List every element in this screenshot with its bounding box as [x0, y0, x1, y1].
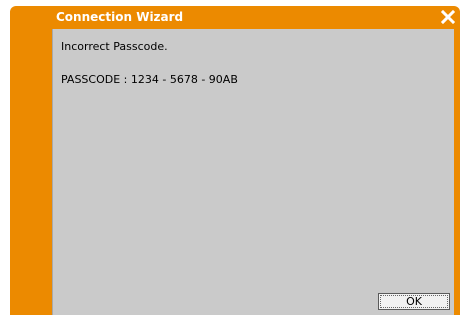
close-button[interactable]	[440, 9, 456, 25]
content-panel: Incorrect Passcode. PASSCODE : 1234 - 56…	[52, 29, 454, 315]
window-title: Connection Wizard	[56, 10, 184, 24]
passcode-text: PASSCODE : 1234 - 5678 - 90AB	[61, 73, 238, 86]
error-message: Incorrect Passcode.	[61, 40, 168, 53]
close-x-icon	[440, 9, 456, 25]
ok-button[interactable]: OK	[378, 293, 450, 310]
connection-wizard-dialog: Connection Wizard Incorrect Passcode. PA…	[10, 6, 460, 315]
